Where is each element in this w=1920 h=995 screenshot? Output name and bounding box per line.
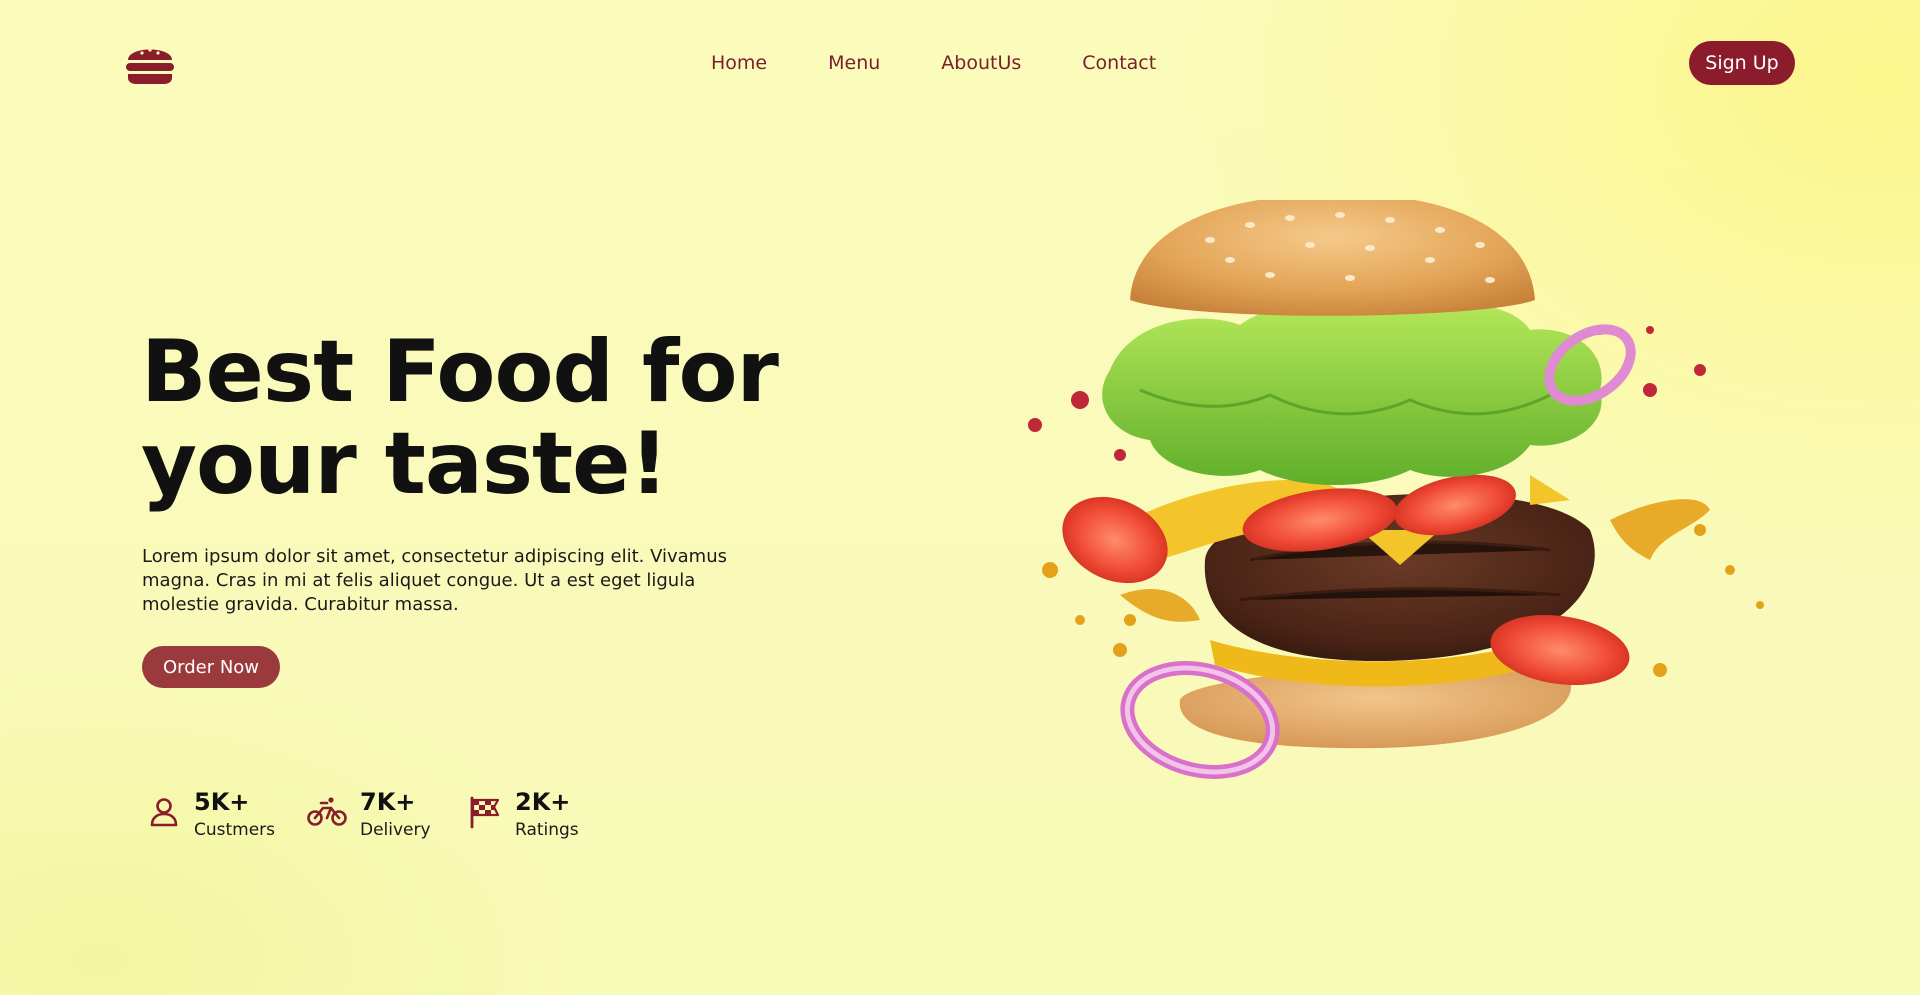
user-icon (150, 798, 178, 827)
order-now-button[interactable]: Order Now (142, 646, 280, 688)
main-nav: Home Menu AboutUs Contact (711, 50, 1156, 76)
sign-up-button[interactable]: Sign Up (1689, 41, 1795, 85)
stat-label: Custmers (194, 820, 276, 840)
hero-title-line-2: your taste! (141, 414, 669, 514)
hero-title-line-1: Best Food for (141, 322, 779, 422)
stat-value: 7K+ (360, 788, 416, 816)
motorbike-icon (307, 797, 347, 826)
stat-label: Ratings (515, 820, 579, 840)
stat-value: 5K+ (194, 788, 250, 816)
stat-label: Delivery (360, 820, 431, 840)
flying-burger-image (1028, 200, 1764, 779)
stat-ratings: 2K+ Ratings (467, 786, 579, 842)
nav-contact[interactable]: Contact (1082, 50, 1156, 76)
nav-menu[interactable]: Menu (828, 50, 880, 76)
hero-description: Lorem ipsum dolor sit amet, consectetur … (142, 546, 727, 615)
nav-about-us[interactable]: AboutUs (941, 50, 1021, 76)
burger-icon[interactable] (124, 40, 176, 86)
stat-delivery: 7K+ Delivery (306, 786, 431, 842)
stat-value: 2K+ (515, 788, 571, 816)
nav-home[interactable]: Home (711, 50, 767, 76)
stat-customers: 5K+ Custmers (146, 786, 275, 842)
hero-title: Best Food for your taste! (141, 326, 841, 510)
checkered-flag-icon (470, 796, 500, 829)
